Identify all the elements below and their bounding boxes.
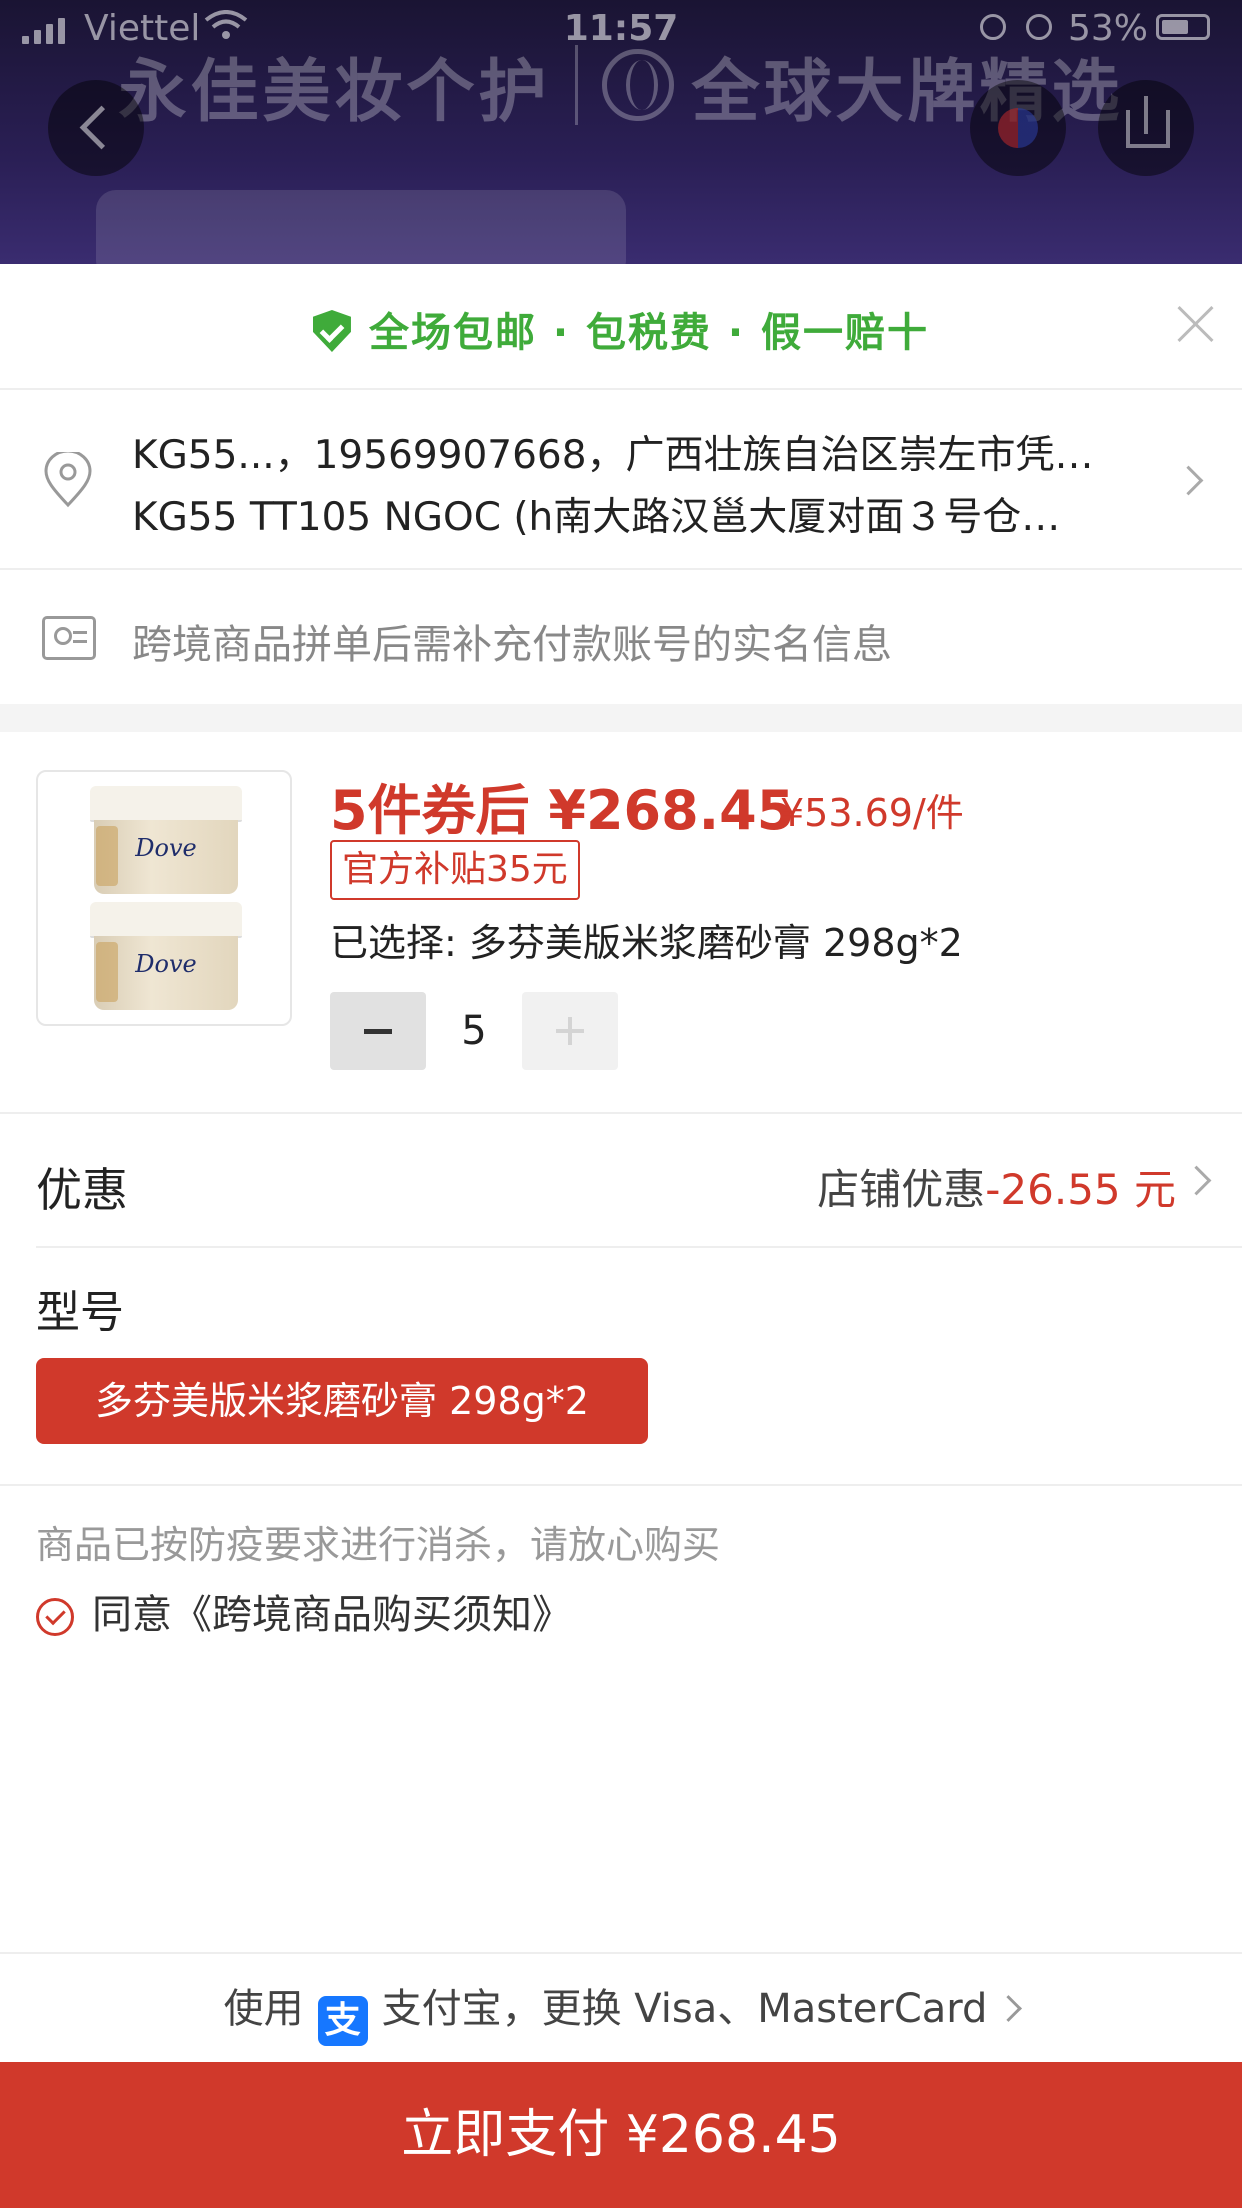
payment-method-text: 支付宝，更换 Visa、MasterCard bbox=[381, 1986, 988, 2032]
alipay-icon: 支 bbox=[317, 1996, 368, 2046]
status-bar: Viettel 11:57 53% bbox=[0, 0, 1242, 60]
checkbox-checked-icon[interactable] bbox=[36, 1598, 74, 1636]
section-divider bbox=[0, 704, 1242, 732]
id-card-icon bbox=[42, 616, 96, 660]
background-product-image bbox=[96, 190, 626, 264]
address-row[interactable]: KG55...，19569907668，广西壮族自治区崇左市凭… KG55 TT… bbox=[0, 390, 1242, 570]
subsidy-badge: 官方补贴35元 bbox=[330, 840, 580, 900]
battery-icon bbox=[1156, 14, 1210, 40]
battery-percentage: 53% bbox=[1068, 8, 1149, 49]
store-discount-amount: -26.55 元 bbox=[985, 1165, 1176, 1214]
promo-text: 全场包邮 · 包税费 · 假一赔十 bbox=[368, 310, 930, 356]
increase-button[interactable] bbox=[522, 992, 618, 1070]
back-icon bbox=[48, 80, 144, 176]
promo-bar: 全场包邮 · 包税费 · 假一赔十 bbox=[0, 264, 1242, 390]
payment-prefix: 使用 bbox=[223, 1986, 304, 2032]
agreement-row[interactable]: 同意《跨境商品购买须知》 bbox=[36, 1582, 572, 1640]
clock-time: 11:57 bbox=[563, 8, 679, 49]
pay-now-button[interactable]: 立即支付 ¥268.45 bbox=[0, 2062, 1242, 2208]
lock-rotation-icon bbox=[980, 14, 1006, 40]
model-label: 型号 bbox=[36, 1287, 124, 1338]
discount-row[interactable]: 优惠 店铺优惠-26.55 元 bbox=[36, 1114, 1242, 1248]
product-jar-image: Dove bbox=[90, 786, 242, 894]
chevron-right-icon bbox=[1173, 465, 1204, 496]
flag-icon bbox=[970, 80, 1066, 176]
address-line-2: KG55 TT105 NGOC (h南大路汉邕大厦对面３号仓… bbox=[132, 495, 1061, 540]
close-icon[interactable] bbox=[1174, 302, 1218, 346]
location-pin-icon bbox=[44, 452, 92, 508]
shield-check-icon bbox=[312, 310, 351, 352]
store-discount-label: 店铺优惠 bbox=[817, 1165, 986, 1214]
share-icon bbox=[1098, 80, 1194, 176]
price-after-coupon: 5件券后 ¥268.45 bbox=[330, 779, 795, 842]
discount-label: 优惠 bbox=[36, 1163, 128, 1217]
product-brand-text: Dove bbox=[135, 950, 197, 978]
product-card: Dove Dove 5件券后 ¥268.45 ¥53.69/件 官方补贴35元 … bbox=[0, 732, 1242, 1114]
discount-value: 店铺优惠-26.55 元 bbox=[817, 1156, 1176, 1217]
agreement-text[interactable]: 同意《跨境商品购买须知》 bbox=[92, 1592, 572, 1638]
sanitize-notice: 商品已按防疫要求进行消杀，请放心购买 bbox=[36, 1523, 721, 1567]
chevron-right-icon bbox=[995, 1995, 1023, 2022]
decrease-button[interactable] bbox=[330, 992, 426, 1070]
quantity-value[interactable]: 5 bbox=[426, 992, 522, 1070]
alarm-icon bbox=[1026, 14, 1052, 40]
selected-variant: 已选择: 多芬美版米浆磨砂膏 298g*2 bbox=[330, 921, 963, 965]
product-image: Dove Dove bbox=[36, 770, 292, 1026]
payment-method-row[interactable]: 使用支支付宝，更换 Visa、MasterCard bbox=[0, 1952, 1242, 2064]
product-brand-text: Dove bbox=[135, 834, 197, 862]
checkout-sheet: 全场包邮 · 包税费 · 假一赔十 KG55...，19569907668，广西… bbox=[0, 264, 1242, 2208]
realname-row: 跨境商品拼单后需补充付款账号的实名信息 bbox=[0, 570, 1242, 704]
realname-hint: 跨境商品拼单后需补充付款账号的实名信息 bbox=[132, 622, 892, 668]
address-line-1: KG55...，19569907668，广西壮族自治区崇左市凭… bbox=[132, 433, 1094, 478]
model-option-chip[interactable]: 多芬美版米浆磨砂膏 298g*2 bbox=[36, 1358, 648, 1444]
chevron-right-icon bbox=[1181, 1165, 1212, 1196]
unit-price: ¥53.69/件 bbox=[780, 791, 964, 835]
model-section: 型号 多芬美版米浆磨砂膏 298g*2 bbox=[0, 1248, 1242, 1486]
product-jar-image: Dove bbox=[90, 902, 242, 1010]
